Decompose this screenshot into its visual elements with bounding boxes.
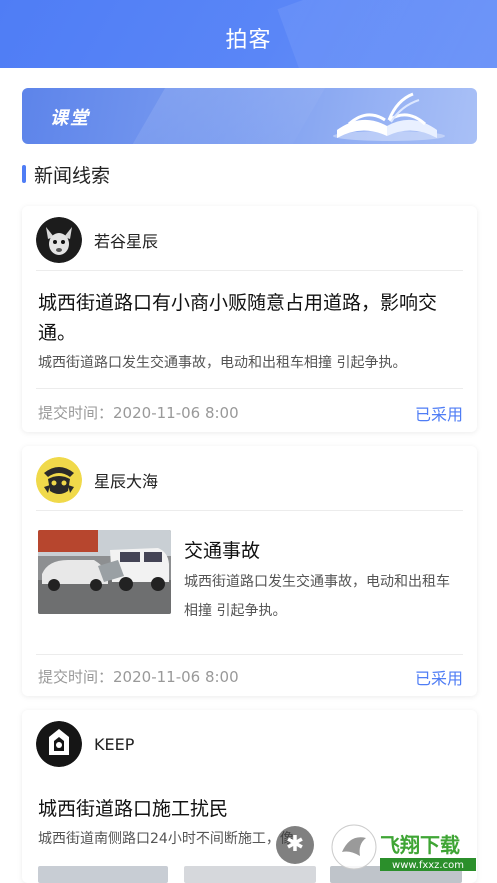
section-header: 新闻线索 [22, 162, 111, 187]
news-thumbnail[interactable] [38, 866, 168, 883]
card-title: 城西街道路口有小商小贩随意占用道路，影响交通。 [38, 292, 438, 344]
card-description: 城西街道路口发生交通事故，电动和出租车相撞 引起争执。 [184, 574, 450, 619]
author-name: 若谷星辰 [94, 232, 159, 251]
classroom-banner[interactable]: 课堂 [22, 88, 477, 144]
status-badge: 已采用 [414, 405, 463, 424]
avatar[interactable] [36, 721, 82, 767]
submit-time: 提交时间：2020-11-06 8:00 [38, 666, 239, 687]
status-badge: 已采用 [414, 669, 463, 688]
card-description: 城西街道路口发生交通事故，电动和出租车相撞 引起争执。 [38, 355, 407, 371]
section-title: 新闻线索 [34, 164, 111, 187]
card-title: 交通事故 [184, 540, 261, 562]
card-title: 城西街道路口施工扰民 [38, 798, 229, 820]
author-name: 星辰大海 [94, 472, 159, 491]
avatar[interactable] [36, 217, 82, 263]
divider [36, 388, 463, 389]
card-header: 星辰大海 [36, 456, 158, 504]
author-name: KEEP [94, 734, 135, 754]
divider [36, 654, 463, 655]
watermark-logo: 飞翔下载 www.fxxz.com [331, 824, 476, 871]
avatar[interactable] [36, 457, 82, 503]
avatar-image [36, 217, 82, 263]
avatar-image [36, 721, 82, 767]
submit-time-value: 2020-11-06 8:00 [113, 404, 239, 422]
submit-time-label: 提交时间： [38, 404, 114, 422]
banner-label: 课堂 [50, 108, 90, 129]
watermark-text: 飞翔下载 [380, 833, 460, 857]
open-book-icon [333, 92, 445, 141]
submit-time-value: 2020-11-06 8:00 [113, 668, 239, 686]
card-header: KEEP [36, 720, 134, 768]
accident-photo [38, 530, 171, 614]
page-title: 拍客 [225, 28, 272, 53]
watermark-url: www.fxxz.com [392, 860, 464, 871]
card-header: 若谷星辰 [36, 216, 158, 264]
news-card[interactable]: 若谷星辰 城西街道路口有小商小贩随意占用道路，影响交通。 城西街道路口发生交通事… [22, 206, 477, 432]
news-thumbnail[interactable] [184, 866, 316, 883]
submit-time: 提交时间：2020-11-06 8:00 [38, 402, 239, 423]
news-thumbnail[interactable] [38, 530, 171, 614]
news-card[interactable]: 星辰大海 交通事故 城西街道路口发生交通事故，电动和出租车相撞 引起争执。 提交… [22, 446, 477, 696]
section-accent-bar [22, 165, 26, 183]
submit-time-label: 提交时间： [38, 668, 114, 686]
divider [36, 510, 463, 511]
divider [36, 270, 463, 271]
avatar-image [36, 457, 82, 503]
floating-star-button[interactable]: ✱ [276, 826, 314, 864]
app-header: 拍客 [0, 0, 497, 68]
